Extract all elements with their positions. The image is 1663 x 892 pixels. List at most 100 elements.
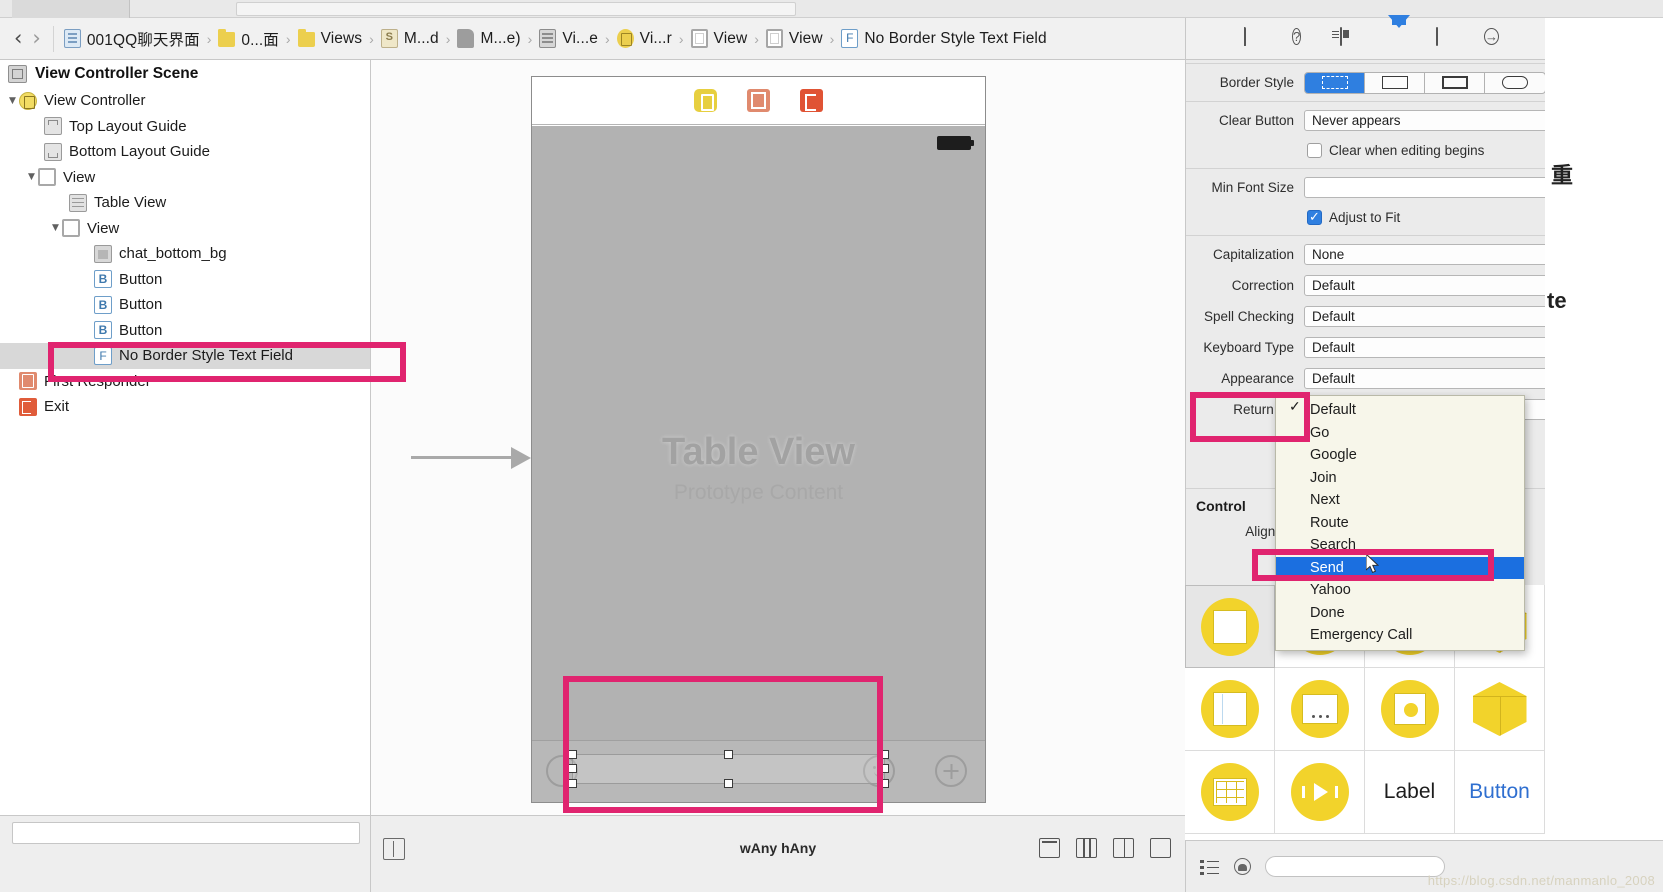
disclosure-triangle[interactable]: ▼: [25, 172, 38, 182]
breadcrumb-separator: ›: [206, 30, 212, 47]
outline-row-exit[interactable]: Exit: [0, 394, 370, 420]
outline-row-bottom-layout-guide[interactable]: Bottom Layout Guide: [0, 139, 370, 165]
resize-handle-tr[interactable]: [880, 750, 889, 759]
back-button[interactable]: ‹: [14, 28, 22, 49]
outline-row-no-border-style-text-field[interactable]: F No Border Style Text Field: [0, 343, 370, 369]
scene-title: View Controller Scene: [35, 65, 199, 82]
breadcrumb-label: Vi...r: [639, 29, 672, 47]
border-style-segmented-control[interactable]: [1304, 71, 1546, 94]
resize-handle-br[interactable]: [880, 779, 889, 788]
list-view-icon[interactable]: [1200, 858, 1220, 876]
return-key-dropdown-menu[interactable]: Default Go Google Join Next Route Search…: [1275, 395, 1525, 651]
breadcrumb-item-table-view[interactable]: Vi...e: [539, 29, 598, 48]
resize-handle-bl[interactable]: [568, 779, 577, 788]
menu-item-default[interactable]: Default: [1276, 398, 1524, 422]
library-search-field[interactable]: [1265, 856, 1445, 877]
border-style-option-rounded[interactable]: [1485, 73, 1545, 93]
pin-icon[interactable]: [1076, 838, 1097, 858]
appearance-value: Default: [1312, 371, 1355, 386]
library-item-split-view[interactable]: [1185, 668, 1275, 751]
exit-dock-icon[interactable]: [800, 89, 823, 112]
breadcrumb-item-text-field[interactable]: No Border Style Text Field: [841, 29, 1047, 48]
outline-row-chat-bottom-bg[interactable]: chat_bottom_bg: [0, 241, 370, 267]
menu-item-next[interactable]: Next: [1276, 489, 1524, 512]
file-inspector-icon[interactable]: [1244, 26, 1266, 50]
outline-label: chat_bottom_bg: [119, 245, 227, 263]
scene-header[interactable]: View Controller Scene: [0, 60, 370, 88]
border-style-option-line[interactable]: [1365, 72, 1425, 93]
menu-item-route[interactable]: Route: [1276, 512, 1524, 535]
border-style-option-none[interactable]: [1305, 72, 1365, 93]
adjust-to-fit-checkbox[interactable]: [1307, 209, 1322, 225]
size-inspector-icon[interactable]: [1436, 26, 1458, 50]
view-controller-scene[interactable]: Table View Prototype Content: [531, 76, 986, 803]
breadcrumb-label: 0...面: [241, 31, 279, 49]
button-icon: B: [94, 270, 112, 289]
outline-row-button-1[interactable]: B Button: [0, 267, 370, 293]
resize-handle-tl[interactable]: [568, 750, 577, 759]
library-item-label[interactable]: Label: [1365, 751, 1455, 834]
menu-item-google[interactable]: Google: [1276, 444, 1524, 467]
menu-item-emergency-call[interactable]: Emergency Call: [1276, 624, 1524, 647]
resize-handle-ml[interactable]: [568, 764, 577, 773]
breadcrumb-item-project[interactable]: 001QQ聊天界面: [63, 28, 200, 50]
outline-row-top-layout-guide[interactable]: Top Layout Guide: [0, 114, 370, 140]
menu-item-yahoo[interactable]: Yahoo: [1276, 579, 1524, 602]
library-filter-icon[interactable]: [1234, 858, 1251, 875]
library-item-button[interactable]: Button: [1455, 751, 1545, 834]
disclosure-triangle[interactable]: ▼: [6, 96, 19, 106]
resizing-behavior-icon[interactable]: [1150, 838, 1171, 858]
library-item-image-view[interactable]: [1365, 668, 1455, 751]
outline-row-first-responder[interactable]: First Responder: [0, 369, 370, 395]
breadcrumb-item-scene-file[interactable]: M...e): [457, 29, 521, 48]
forward-button[interactable]: ›: [32, 28, 40, 49]
attributes-inspector-icon[interactable]: [1388, 14, 1410, 50]
outline-row-button-3[interactable]: B Button: [0, 318, 370, 344]
breadcrumb-item-view-controller[interactable]: Vi...r: [616, 29, 672, 48]
first-responder-dock-icon[interactable]: [747, 89, 770, 112]
clear-when-editing-checkbox[interactable]: [1307, 143, 1322, 158]
resolve-issues-icon[interactable]: [1113, 838, 1134, 858]
document-outline: View Controller Scene ▼ View Controller …: [0, 60, 371, 815]
breadcrumb-item-view-1[interactable]: View: [690, 29, 748, 48]
resize-handle-tc[interactable]: [723, 750, 733, 759]
border-style-option-bezel[interactable]: [1425, 72, 1485, 93]
quick-help-icon[interactable]: ?: [1292, 27, 1314, 50]
menu-item-search[interactable]: Search: [1276, 534, 1524, 557]
menu-item-go[interactable]: Go: [1276, 422, 1524, 445]
breadcrumb-item-folder-1[interactable]: 0...面: [218, 28, 279, 50]
outline-row-button-2[interactable]: B Button: [0, 292, 370, 318]
breadcrumb-label: View: [713, 29, 748, 47]
outline-filter-field[interactable]: [12, 822, 360, 844]
breadcrumb-item-views[interactable]: Views: [297, 29, 363, 48]
outline-label: View: [87, 219, 120, 237]
menu-item-send[interactable]: Send: [1276, 556, 1524, 579]
connections-inspector-icon[interactable]: →: [1484, 27, 1506, 50]
identity-inspector-icon[interactable]: [1340, 26, 1362, 50]
menu-item-done[interactable]: Done: [1276, 602, 1524, 625]
breadcrumb-item-view-2[interactable]: View: [765, 29, 823, 48]
library-item-text-view[interactable]: [1275, 668, 1365, 751]
breadcrumb-item-storyboard[interactable]: M...d: [380, 29, 439, 48]
chat-bottom-bar[interactable]: [532, 740, 985, 802]
library-item-view[interactable]: [1185, 585, 1275, 668]
disclosure-triangle[interactable]: ▼: [49, 223, 62, 233]
resize-handle-mr[interactable]: [880, 764, 889, 773]
align-icon[interactable]: [1039, 838, 1060, 858]
library-item-cube-2[interactable]: [1455, 668, 1545, 751]
menu-item-join[interactable]: Join: [1276, 467, 1524, 490]
chrome-search-field[interactable]: [236, 2, 796, 16]
library-item-collection-view[interactable]: [1185, 751, 1275, 834]
chrome-tab[interactable]: [12, 0, 130, 18]
view-controller-dock-icon[interactable]: [694, 89, 717, 112]
outline-row-view-root[interactable]: ▼ View: [0, 165, 370, 191]
library-item-player-view[interactable]: [1275, 751, 1365, 834]
selected-text-field[interactable]: [568, 750, 889, 788]
outline-row-table-view[interactable]: Table View: [0, 190, 370, 216]
outline-row-view-controller[interactable]: ▼ View Controller: [0, 88, 370, 114]
storyboard-canvas[interactable]: Table View Prototype Content: [371, 60, 1185, 815]
outline-row-view-child[interactable]: ▼ View: [0, 216, 370, 242]
resize-handle-bc[interactable]: [723, 779, 733, 788]
device-screen[interactable]: Table View Prototype Content: [532, 126, 985, 802]
add-button[interactable]: [935, 755, 967, 787]
